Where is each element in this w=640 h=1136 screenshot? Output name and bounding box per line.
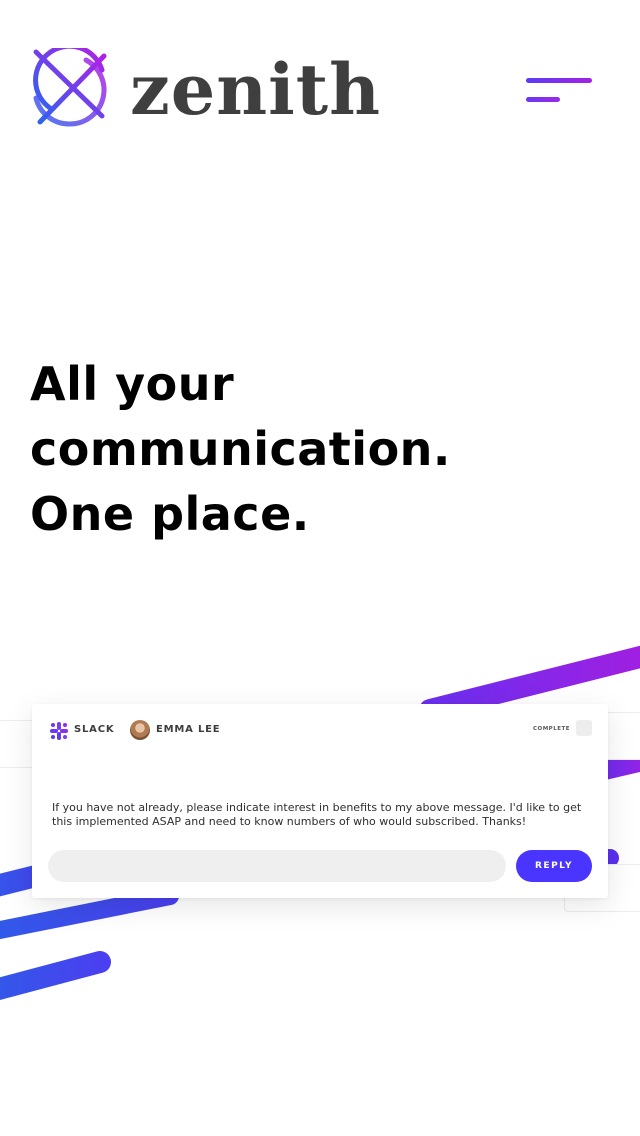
hero-headline: All your communication. One place. [30,352,610,547]
hero-line-2: communication. [30,422,451,476]
hero-line-1: All your [30,357,235,411]
menu-line-top [526,78,592,83]
menu-line-bottom [526,97,560,102]
message-text: If you have not already, please indicate… [52,801,582,828]
source-label: SLACK [74,724,115,735]
message-card: SLACK EMMA LEE COMPLETE If you have not … [32,704,608,898]
background-card-right [604,712,640,760]
reply-input[interactable] [48,850,506,882]
compass-target-icon [33,48,107,127]
complete-label: COMPLETE [533,726,570,732]
reply-button[interactable]: REPLY [516,850,592,882]
brand-name: zenith [130,48,381,131]
hamburger-menu-icon[interactable] [526,78,594,106]
brand-logo[interactable]: zenith [30,48,380,130]
complete-checkbox[interactable] [576,720,592,736]
hero-line-3: One place. [30,487,310,541]
slack-icon [50,722,68,740]
background-card-left [0,720,36,768]
avatar [130,720,150,740]
user-name: EMMA LEE [156,724,221,735]
